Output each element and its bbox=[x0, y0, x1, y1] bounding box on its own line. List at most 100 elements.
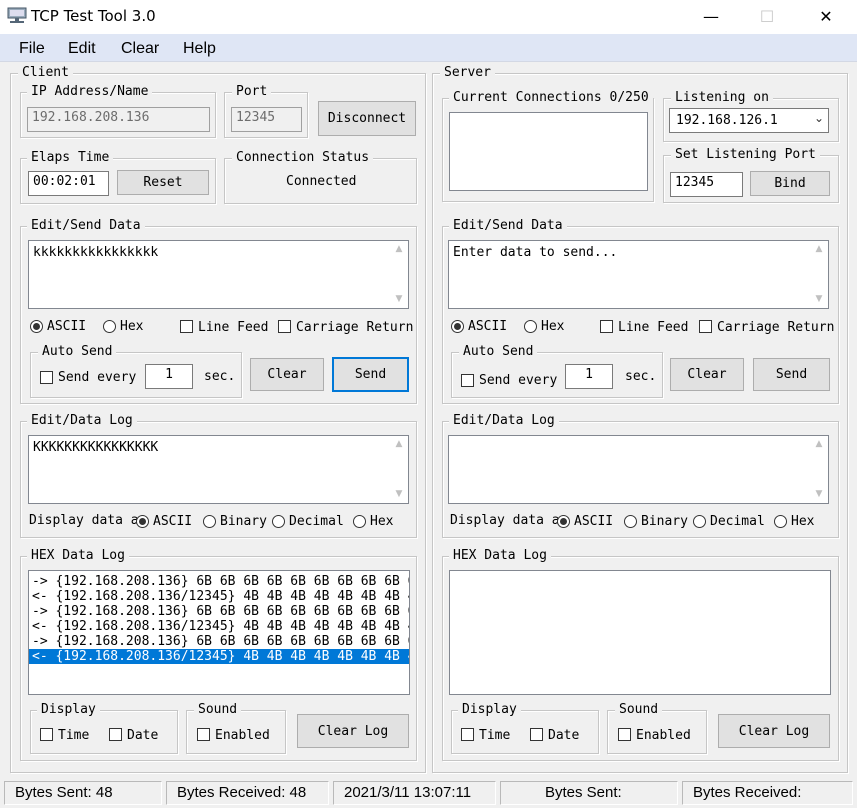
scroll-up-icon[interactable]: ▲ bbox=[810, 241, 828, 258]
hex-log-row[interactable]: <- {192.168.208.136/12345} 4B 4B 4B 4B 4… bbox=[29, 619, 409, 634]
ip-label: IP Address/Name bbox=[27, 85, 153, 99]
listening-port-field[interactable]: 12345 bbox=[670, 172, 743, 197]
client-time-label: Time bbox=[58, 728, 90, 743]
server-sound-checkbox[interactable] bbox=[618, 728, 631, 741]
reset-button[interactable]: Reset bbox=[117, 170, 209, 195]
client-send-every-checkbox[interactable] bbox=[40, 371, 53, 384]
server-send-button[interactable]: Send bbox=[753, 358, 830, 391]
menu-file[interactable]: File bbox=[19, 40, 45, 58]
scrollbar[interactable]: ▲ ▼ bbox=[810, 241, 828, 308]
status-bytes-sent: Bytes Sent: 48 bbox=[4, 781, 162, 805]
server-log-hex-radio[interactable] bbox=[774, 515, 787, 528]
server-send-ascii-radio[interactable] bbox=[451, 320, 464, 333]
server-log-binary-radio[interactable] bbox=[624, 515, 637, 528]
client-group-label: Client bbox=[18, 66, 73, 80]
port-field[interactable]: 12345 bbox=[231, 107, 302, 132]
client-clear-button[interactable]: Clear bbox=[250, 358, 324, 391]
client-sound-label: Sound bbox=[194, 703, 242, 717]
scroll-down-icon[interactable]: ▼ bbox=[810, 291, 828, 308]
network-app-icon bbox=[7, 7, 27, 23]
client-time-checkbox[interactable] bbox=[40, 728, 53, 741]
server-interval-field[interactable]: 1 bbox=[565, 364, 613, 389]
server-log-textarea[interactable]: ▲ ▼ bbox=[448, 435, 829, 504]
client-interval-field[interactable]: 1 bbox=[145, 364, 193, 389]
client-log-hex-label: Hex bbox=[370, 514, 394, 529]
server-time-checkbox[interactable] bbox=[461, 728, 474, 741]
hex-log-row[interactable]: -> {192.168.208.136} 6B 6B 6B 6B 6B 6B 6… bbox=[29, 604, 409, 619]
status-server-bytes-received: Bytes Received: bbox=[682, 781, 853, 805]
server-log-hex-label: Hex bbox=[791, 514, 815, 529]
client-send-hex-radio[interactable] bbox=[103, 320, 116, 333]
server-cr-checkbox[interactable] bbox=[699, 320, 712, 333]
client-send-ascii-label: ASCII bbox=[47, 319, 87, 334]
server-log-ascii-radio[interactable] bbox=[557, 515, 570, 528]
scroll-up-icon[interactable]: ▲ bbox=[390, 436, 408, 453]
ip-address-field[interactable]: 192.168.208.136 bbox=[27, 107, 210, 132]
scroll-down-icon[interactable]: ▼ bbox=[390, 291, 408, 308]
scrollbar[interactable]: ▲ ▼ bbox=[390, 436, 408, 503]
client-clear-log-button[interactable]: Clear Log bbox=[297, 714, 409, 748]
client-hex-log[interactable]: -> {192.168.208.136} 6B 6B 6B 6B 6B 6B 6… bbox=[28, 570, 410, 695]
client-send-button[interactable]: Send bbox=[332, 357, 409, 392]
scroll-down-icon[interactable]: ▼ bbox=[390, 486, 408, 503]
hex-log-row[interactable]: <- {192.168.208.136/12345} 4B 4B 4B 4B 4… bbox=[29, 589, 409, 604]
server-log-decimal-radio[interactable] bbox=[693, 515, 706, 528]
client-send-hex-label: Hex bbox=[120, 319, 144, 334]
scroll-up-icon[interactable]: ▲ bbox=[390, 241, 408, 258]
server-time-label: Time bbox=[479, 728, 511, 743]
window-title: TCP Test Tool 3.0 bbox=[31, 7, 156, 25]
server-log-label: Edit/Data Log bbox=[449, 414, 559, 428]
server-sound-label: Sound bbox=[615, 703, 663, 717]
client-cr-label: Carriage Return bbox=[296, 320, 414, 335]
menu-edit[interactable]: Edit bbox=[68, 40, 96, 58]
client-date-checkbox[interactable] bbox=[109, 728, 122, 741]
server-log-ascii-label: ASCII bbox=[574, 514, 614, 529]
client-send-label: Edit/Send Data bbox=[27, 219, 145, 233]
status-server-bytes-sent: Bytes Sent: bbox=[500, 781, 678, 805]
client-line-feed-checkbox[interactable] bbox=[180, 320, 193, 333]
client-log-textarea[interactable]: KKKKKKKKKKKKKKKK ▲ ▼ bbox=[28, 435, 409, 504]
server-hex-label: HEX Data Log bbox=[449, 549, 551, 563]
disconnect-button[interactable]: Disconnect bbox=[318, 101, 416, 136]
server-clear-log-button[interactable]: Clear Log bbox=[718, 714, 830, 748]
hex-log-row[interactable]: -> {192.168.208.136} 6B 6B 6B 6B 6B 6B 6… bbox=[29, 634, 409, 649]
connections-label: Current Connections 0/250 bbox=[449, 91, 653, 105]
client-line-feed-label: Line Feed bbox=[198, 320, 269, 335]
server-line-feed-checkbox[interactable] bbox=[600, 320, 613, 333]
port-label: Port bbox=[232, 85, 272, 99]
server-display-data-label: Display data a bbox=[450, 513, 560, 528]
server-date-checkbox[interactable] bbox=[530, 728, 543, 741]
client-cr-checkbox[interactable] bbox=[278, 320, 291, 333]
scroll-up-icon[interactable]: ▲ bbox=[810, 436, 828, 453]
client-log-binary-radio[interactable] bbox=[203, 515, 216, 528]
minimize-button[interactable]: — bbox=[688, 0, 734, 34]
scrollbar[interactable]: ▲ ▼ bbox=[810, 436, 828, 503]
client-sec-label: sec. bbox=[204, 369, 236, 384]
client-send-ascii-radio[interactable] bbox=[30, 320, 43, 333]
server-hex-log[interactable] bbox=[449, 570, 831, 695]
server-send-every-checkbox[interactable] bbox=[461, 374, 474, 387]
server-send-textarea[interactable]: Enter data to send... ▲ ▼ bbox=[448, 240, 829, 309]
client-log-hex-radio[interactable] bbox=[353, 515, 366, 528]
maximize-button: ☐ bbox=[759, 7, 775, 26]
client-log-label: Edit/Data Log bbox=[27, 414, 137, 428]
scrollbar[interactable]: ▲ ▼ bbox=[390, 241, 408, 308]
menu-help[interactable]: Help bbox=[183, 40, 216, 58]
client-send-textarea[interactable]: kkkkkkkkkkkkkkkk ▲ ▼ bbox=[28, 240, 409, 309]
elaps-time-field[interactable]: 00:02:01 bbox=[28, 171, 109, 196]
dropdown-arrow-icon[interactable]: ⌄ bbox=[814, 111, 824, 125]
server-log-decimal-label: Decimal bbox=[710, 514, 765, 529]
bind-button[interactable]: Bind bbox=[750, 171, 830, 196]
server-clear-button[interactable]: Clear bbox=[670, 358, 744, 391]
menu-clear[interactable]: Clear bbox=[121, 40, 159, 58]
client-log-ascii-radio[interactable] bbox=[136, 515, 149, 528]
close-button[interactable]: ✕ bbox=[803, 0, 849, 34]
client-log-decimal-radio[interactable] bbox=[272, 515, 285, 528]
scroll-down-icon[interactable]: ▼ bbox=[810, 486, 828, 503]
hex-log-row-selected[interactable]: <- {192.168.208.136/12345} 4B 4B 4B 4B 4… bbox=[29, 649, 409, 664]
client-sound-checkbox[interactable] bbox=[197, 728, 210, 741]
connections-list[interactable] bbox=[449, 112, 648, 191]
server-send-hex-radio[interactable] bbox=[524, 320, 537, 333]
listening-ip-combobox[interactable]: 192.168.126.1 ⌄ bbox=[669, 108, 829, 133]
hex-log-row[interactable]: -> {192.168.208.136} 6B 6B 6B 6B 6B 6B 6… bbox=[29, 574, 409, 589]
